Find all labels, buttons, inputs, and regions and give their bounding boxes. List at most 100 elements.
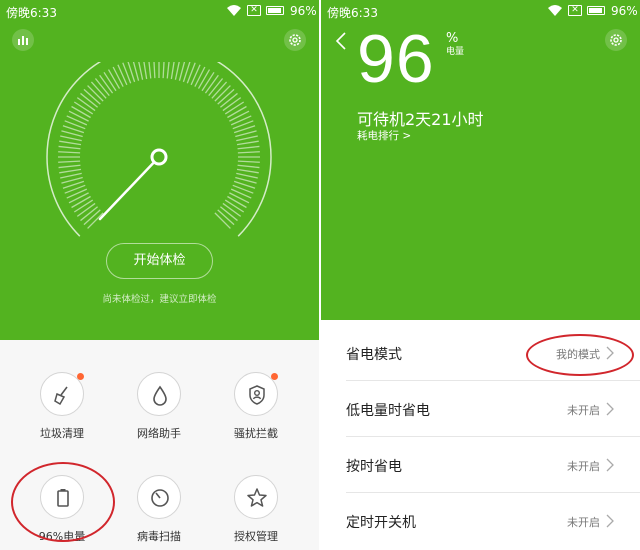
power-ranking-link[interactable]: 耗电排行 > [357,128,411,143]
no-sim-icon: ✕ [247,5,261,16]
gauge-tick [230,188,252,199]
harassment-badge [271,373,278,380]
gauge-tick [87,85,104,102]
gauge-tick [162,62,165,79]
scan-icon [137,475,181,519]
tool-junk-cleaner[interactable]: 垃圾清理 [12,372,112,472]
gauge-tick [227,105,247,119]
security-home-screen: 傍晚6:33 ✕ 96% 开始体检 尚未体检过，建议立即体检 垃圾清理 网络助手… [0,0,319,550]
gauge-tick [71,105,91,119]
checkup-hint: 尚未体检过，建议立即体检 [102,294,217,305]
gauge-tick [170,62,175,80]
gauge-tick [117,64,128,86]
gauge-needle-hub [150,148,168,166]
row-name: 按时省电 [346,459,402,475]
health-gauge [46,62,272,237]
gauge-tick [80,92,99,108]
gauge-tick [236,168,259,174]
status-battery-percent: 96% [290,4,317,18]
gauge-tick [219,206,238,222]
gauge-tick [217,209,235,226]
row-power-saving-mode[interactable]: 省电模式 我的模式 [321,325,640,381]
tool-harassment-block[interactable]: 骚扰拦截 [206,372,306,472]
battery-screen: 傍晚6:33 ✕ 96% 96 % 电量 可待机2天21小时 耗电排行 > 省电… [321,0,640,550]
gear-icon [289,34,301,46]
wifi-icon [227,5,241,16]
star-icon [234,475,278,519]
battery-status-icon [266,6,284,15]
gauge-tick [194,66,206,87]
gauge-tick [211,81,228,99]
status-battery-percent: 96% [611,4,638,18]
gauge-tick [166,62,170,79]
gear-icon [610,34,622,46]
gauge-tick [76,202,96,217]
stats-button[interactable] [12,29,34,51]
gauge-tick [227,195,247,209]
gauge-tick [148,62,152,79]
row-name: 省电模式 [346,347,402,363]
gauge-tick [59,168,82,174]
gauge-tick [222,97,242,112]
gauge-tick [80,206,99,222]
gauge-tick [222,202,242,217]
gauge-tick [66,115,88,126]
gauge-tick [66,188,88,199]
gauge-tick [58,145,81,150]
tool-label: 授权管理 [234,530,278,543]
bar-chart-icon [18,36,28,45]
row-scheduled-saving[interactable]: 按时省电 未开启 [321,437,640,493]
gauge-tick [236,135,258,142]
start-checkup-button[interactable]: 开始体检 [106,243,213,279]
gauge-tick [229,192,250,204]
back-arrow-icon[interactable] [335,32,347,50]
gauge-tick [201,71,215,92]
gauge-tick [59,140,82,146]
tool-label: 垃圾清理 [40,427,84,440]
gauge-tick [208,78,224,97]
gauge-tick [83,88,101,105]
gauge-tick [224,199,245,213]
settings-button[interactable] [605,29,627,51]
battery-icon [40,475,84,519]
tool-label: 病毒扫描 [137,530,181,543]
gauge-tick [76,97,96,112]
gauge-tick [112,66,124,87]
tool-permission-manager[interactable]: 授权管理 [206,475,306,550]
wifi-icon [548,5,562,16]
gauge-tick [87,212,104,229]
chevron-right-icon [606,402,614,416]
tool-network-assistant[interactable]: 网络助手 [109,372,209,472]
gauge-tick [58,151,81,154]
gauge-tick [68,110,89,122]
row-scheduled-power-on-off[interactable]: 定时开关机 未开启 [321,493,640,549]
gauge-tick [174,62,180,80]
chevron-right-icon [606,458,614,472]
no-sim-icon: ✕ [568,5,582,16]
gauge-tick [214,85,231,102]
gauge-tick [237,160,260,163]
gauge-tick [237,151,260,154]
status-time: 傍晚6:33 [6,6,57,20]
gauge-tick [138,62,144,80]
battery-status-icon [587,6,605,15]
gauge-tick [190,64,201,86]
gauge-tick [237,164,260,169]
gauge-tick [73,101,94,115]
settings-button[interactable] [284,29,306,51]
chevron-right-icon [606,514,614,528]
row-low-battery-saving[interactable]: 低电量时省电 未开启 [321,381,640,437]
gauge-tick [99,74,114,94]
gauge-tick [60,135,82,142]
gauge-tick [197,69,211,89]
gauge-tick [103,71,117,92]
row-value: 未开启 [567,404,600,417]
gauge-tick [90,81,107,99]
gauge-tick [68,192,89,204]
status-bar: 傍晚6:33 ✕ 96% [0,0,319,24]
gauge-tick [107,69,121,89]
gauge-tick [58,160,81,163]
gauge-tick [236,172,258,179]
tool-virus-scan[interactable]: 病毒扫描 [109,475,209,550]
tool-battery[interactable]: 96%电量 [12,475,112,550]
